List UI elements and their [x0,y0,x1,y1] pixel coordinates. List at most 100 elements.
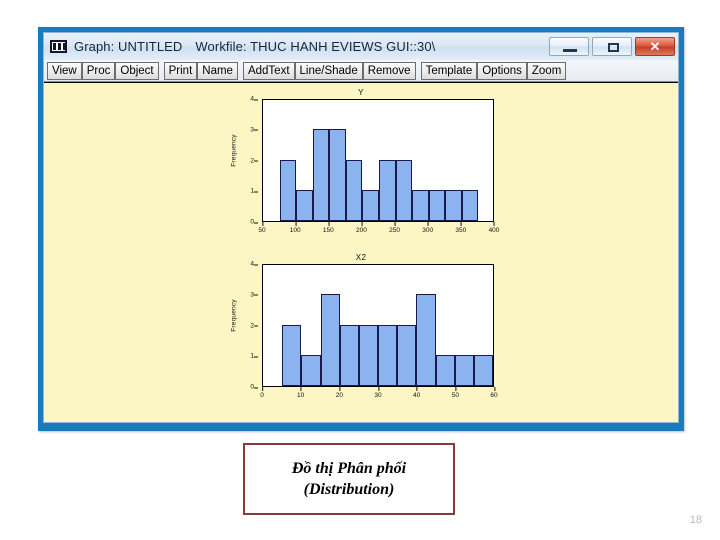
histogram-bar [296,100,313,221]
histogram-bar [473,265,494,386]
graph-toolbar: View Proc Object Print Name AddText Line… [44,60,678,82]
bar-rect [378,324,398,386]
title-bar[interactable]: Graph: UNTITLED Workfile: THUC HANH EVIE… [44,33,678,60]
bar-series-x2 [263,265,494,386]
histogram-bar [378,100,396,221]
maximize-icon [608,43,619,52]
bar-rect [435,355,455,386]
close-icon: ✕ [649,39,661,54]
plot-wrap-y: Frequency 0 1 2 3 4 50 100 150 200 250 300 350 400 [216,96,506,242]
x-tick-label: 100 [289,222,301,234]
x-tick-label: 150 [322,222,334,234]
x-tick-label: 0 [260,387,264,399]
histogram-bar [378,265,398,386]
histogram-bar [279,100,297,221]
x-tick-label: 50 [451,387,459,399]
bar-gap [263,100,280,221]
bar-rect [345,159,363,221]
bar-rect [301,355,321,386]
y-tick-label: 0 [240,219,258,226]
y-tick-label: 2 [240,157,258,164]
histogram-bar [345,100,363,221]
x-tick-label: 200 [355,222,367,234]
bar-rect [378,159,396,221]
bar-rect [279,159,297,221]
y-tick-label: 3 [240,126,258,133]
toolbar-button-options[interactable]: Options [477,61,527,80]
x-tick-label: 10 [297,387,305,399]
bar-rect [362,190,379,221]
toolbar-button-name[interactable]: Name [197,61,238,80]
x-tick-label: 250 [389,222,400,234]
histogram-bar [412,100,429,221]
x-tick-label: 350 [455,222,467,234]
toolbar-button-view[interactable]: View [47,61,82,80]
page-number: 18 [689,514,702,526]
maximize-button[interactable] [592,37,632,56]
y-axis-ticks-x2: 0 1 2 3 4 [238,261,258,391]
toolbar-button-addtext[interactable]: AddText [242,61,295,80]
toolbar-button-proc[interactable]: Proc [81,61,116,80]
histogram-bar [358,265,379,386]
toolbar-button-object[interactable]: Object [115,61,159,80]
histogram-bar [395,100,413,221]
plot-area-y [262,99,494,222]
bar-rect [358,324,379,386]
histogram-bar [339,265,359,386]
bar-rect [428,190,446,221]
histogram-bar [416,265,436,386]
chart-title-x2: X2 [355,253,367,262]
caption-line-english: (Distribution) [303,481,395,498]
x-axis-ticks-y: 50 100 150 200 250 300 350 400 [258,222,499,238]
bar-rect [395,159,413,221]
y-tick-label: 4 [240,261,258,268]
caption-line-vietnamese: Đồ thị Phân phối [291,460,407,477]
bar-rect [473,355,494,386]
y-tick-label: 4 [240,96,258,103]
bar-series-y [263,100,493,221]
bar-rect [282,324,302,386]
toolbar-button-lineshade[interactable]: Line/Shade [294,61,363,80]
window-controls: ✕ [549,37,675,56]
toolbar-button-template[interactable]: Template [420,61,478,80]
minimize-button[interactable] [549,37,589,56]
bar-rect [320,293,340,386]
y-tick-label: 2 [240,322,258,329]
histogram-bar [461,100,479,221]
close-button[interactable]: ✕ [635,37,675,56]
histogram-bar [320,265,340,386]
plot-wrap-x2: Frequency 0 1 2 3 4 0 10 20 30 40 50 60 [216,261,506,407]
graph-canvas[interactable]: Y Frequency 01234 50 100 150 200 250 300 350 40… [44,82,678,422]
chart-title-y: Y [358,88,364,97]
histogram-bar [301,265,321,386]
histogram-bar [428,100,446,221]
toolbar-button-zoom[interactable]: Zoom [526,61,567,80]
x-tick-label: 30 [374,387,382,399]
histogram-bar [397,265,417,386]
window-inner-frame: Graph: UNTITLED Workfile: THUC HANH EVIE… [43,32,679,423]
bar-rect [329,128,346,221]
histogram-bar [362,100,379,221]
y-tick-label: 1 [240,188,258,195]
plot-area-x2 [262,264,494,387]
toolbar-button-remove[interactable]: Remove [362,61,416,80]
bar-rect [412,190,429,221]
x-tick-label: 50 [258,222,266,234]
x-axis-ticks-x2: 0 10 20 30 40 50 60 [260,387,498,403]
window-title-graph: Graph: UNTITLED [74,39,183,54]
y-tick-label: 0 [240,384,258,391]
y-tick-label: 3 [240,291,258,298]
y-axis-label-y: Frequency [230,134,238,167]
histogram-y[interactable]: Y Frequency 0 1 2 3 4 50 100 150 200 250 300 350 40… [44,85,678,250]
window-title-workfile: Workfile: THUC HANH EVIEWS GUI::30\ [195,39,436,54]
minimize-icon [563,49,577,52]
histogram-bar [454,265,474,386]
toolbar-button-print[interactable]: Print [163,61,198,80]
y-tick-label: 1 [240,353,258,360]
x-tick-label: 20 [335,387,343,399]
x-tick-label: 40 [413,387,421,399]
bar-rect [296,190,313,221]
histogram-bar [312,100,330,221]
x-tick-label: 400 [488,222,500,234]
histogram-x2[interactable]: X2 Frequency 0 1 2 3 4 0 10 20 30 40 50 60 [44,250,678,415]
